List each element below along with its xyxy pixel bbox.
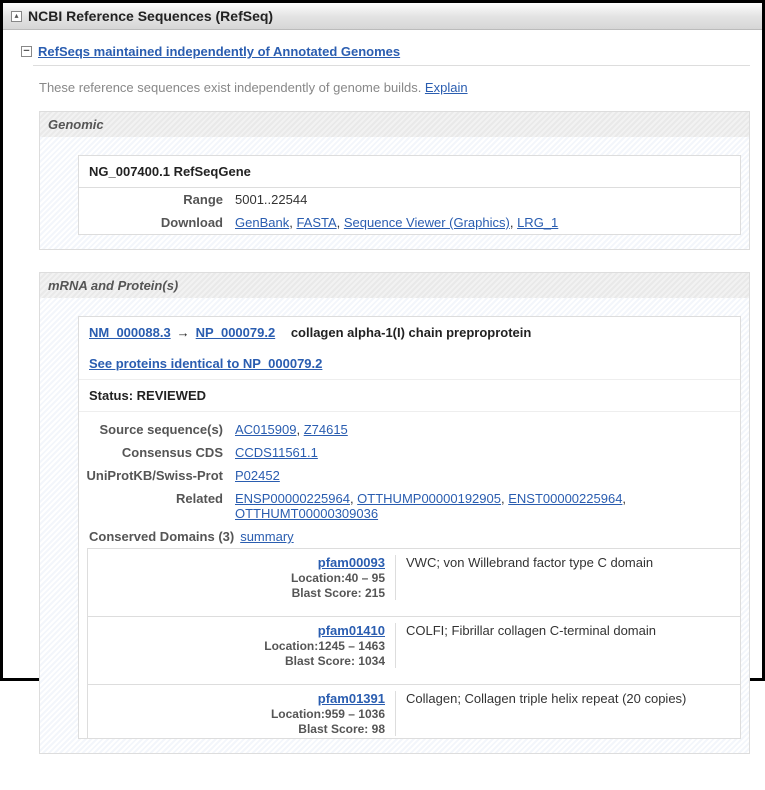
status-row: Status: REVIEWED (79, 380, 740, 412)
domain-item: pfam01391 Location:959 – 1036 Blast Scor… (88, 684, 740, 738)
domain-left: pfam01410 Location:1245 – 1463 Blast Sco… (88, 623, 396, 668)
source-link-2[interactable]: Z74615 (304, 422, 348, 437)
domain-location: Location:1245 – 1463 (264, 639, 385, 653)
genomic-record: NG_007400.1 RefSeqGene Range 5001..22544… (78, 155, 741, 235)
pfam-link[interactable]: pfam00093 (318, 555, 385, 570)
source-label: Source sequence(s) (79, 422, 235, 437)
source-row: Source sequence(s) AC015909, Z74615 (79, 418, 740, 441)
domain-location: Location:959 – 1036 (271, 707, 385, 721)
collapse-panel-icon[interactable] (11, 11, 22, 22)
subsection-link[interactable]: RefSeqs maintained independently of Anno… (38, 44, 400, 59)
fasta-link[interactable]: FASTA (296, 215, 336, 230)
collapse-subsection-icon[interactable] (21, 46, 32, 57)
panel-content: RefSeqs maintained independently of Anno… (3, 30, 762, 790)
domain-blast: Blast Score: 215 (292, 586, 385, 600)
mrna-record-header: NM_000088.3 → NP_000079.2 collagen alpha… (79, 317, 740, 348)
cd-summary-link[interactable]: summary (240, 529, 293, 544)
panel-header: NCBI Reference Sequences (RefSeq) (3, 3, 762, 30)
genomic-section: Genomic NG_007400.1 RefSeqGene Range 500… (39, 111, 750, 250)
np-link[interactable]: NP_000079.2 (196, 325, 276, 340)
arrow-icon: → (177, 325, 190, 340)
intro-text: These reference sequences exist independ… (39, 80, 750, 95)
domain-desc: COLFI; Fibrillar collagen C-terminal dom… (396, 623, 740, 668)
mrna-body: NM_000088.3 → NP_000079.2 collagen alpha… (40, 298, 749, 753)
genomic-title: Genomic (40, 112, 749, 137)
domains-list: pfam00093 Location:40 – 95 Blast Score: … (87, 548, 740, 738)
mrna-record: NM_000088.3 → NP_000079.2 collagen alpha… (78, 316, 741, 739)
range-label: Range (79, 192, 235, 207)
ccds-label: Consensus CDS (79, 445, 235, 460)
ccds-link[interactable]: CCDS11561.1 (235, 445, 318, 460)
related-link-2[interactable]: OTTHUMP00000192905 (357, 491, 501, 506)
identical-proteins-link[interactable]: See proteins identical to NP_000079.2 (89, 356, 322, 371)
domain-location: Location:40 – 95 (291, 571, 385, 585)
genomic-body: NG_007400.1 RefSeqGene Range 5001..22544… (40, 137, 749, 249)
pfam-link[interactable]: pfam01391 (318, 691, 385, 706)
domain-blast: Blast Score: 1034 (285, 654, 385, 668)
related-link-1[interactable]: ENSP00000225964 (235, 491, 350, 506)
uniprot-value: P02452 (235, 468, 740, 483)
lrg-link[interactable]: LRG_1 (517, 215, 558, 230)
range-row: Range 5001..22544 (79, 188, 740, 211)
nm-link[interactable]: NM_000088.3 (89, 325, 171, 340)
source-value: AC015909, Z74615 (235, 422, 740, 437)
domain-left: pfam01391 Location:959 – 1036 Blast Scor… (88, 691, 396, 736)
related-label: Related (79, 491, 235, 506)
domain-item: pfam01410 Location:1245 – 1463 Blast Sco… (88, 616, 740, 670)
mrna-section: mRNA and Protein(s) NM_000088.3 → NP_000… (39, 272, 750, 754)
explain-link[interactable]: Explain (425, 80, 468, 95)
ccds-row: Consensus CDS CCDS11561.1 (79, 441, 740, 464)
meta-block: Source sequence(s) AC015909, Z74615 Cons… (79, 412, 740, 738)
panel-title: NCBI Reference Sequences (RefSeq) (28, 8, 273, 24)
download-value: GenBank, FASTA, Sequence Viewer (Graphic… (235, 215, 740, 230)
status-label: Status: (89, 388, 137, 403)
domain-blast: Blast Score: 98 (298, 722, 385, 736)
uniprot-label: UniProtKB/Swiss-Prot (79, 468, 235, 483)
uniprot-row: UniProtKB/Swiss-Prot P02452 (79, 464, 740, 487)
domain-desc: VWC; von Willebrand factor type C domain (396, 555, 740, 600)
download-row: Download GenBank, FASTA, Sequence Viewer… (79, 211, 740, 234)
mrna-desc: collagen alpha-1(I) chain preproprotein (291, 325, 532, 340)
domain-left: pfam00093 Location:40 – 95 Blast Score: … (88, 555, 396, 600)
domain-item: pfam00093 Location:40 – 95 Blast Score: … (88, 548, 740, 602)
related-link-4[interactable]: OTTHUMT00000309036 (235, 506, 378, 521)
subsection-heading: RefSeqs maintained independently of Anno… (21, 44, 750, 59)
related-row: Related ENSP00000225964, OTTHUMP00000192… (79, 487, 740, 525)
status-value: REVIEWED (137, 388, 206, 403)
related-link-3[interactable]: ENST00000225964 (508, 491, 622, 506)
mrna-title: mRNA and Protein(s) (40, 273, 749, 298)
genomic-record-header: NG_007400.1 RefSeqGene (79, 156, 740, 188)
cd-label: Conserved Domains (3) (89, 529, 240, 544)
download-label: Download (79, 215, 235, 230)
related-value: ENSP00000225964, OTTHUMP00000192905, ENS… (235, 491, 740, 521)
genbank-link[interactable]: GenBank (235, 215, 289, 230)
ccds-value: CCDS11561.1 (235, 445, 740, 460)
source-link-1[interactable]: AC015909 (235, 422, 296, 437)
domain-desc: Collagen; Collagen triple helix repeat (… (396, 691, 740, 736)
seqviewer-link[interactable]: Sequence Viewer (Graphics) (344, 215, 510, 230)
range-value: 5001..22544 (235, 192, 740, 207)
divider (33, 65, 750, 66)
conserved-domains-header: Conserved Domains (3) summary (79, 525, 740, 548)
pfam-link[interactable]: pfam01410 (318, 623, 385, 638)
intro-text-content: These reference sequences exist independ… (39, 80, 425, 95)
identical-proteins-row: See proteins identical to NP_000079.2 (79, 348, 740, 380)
uniprot-link[interactable]: P02452 (235, 468, 280, 483)
